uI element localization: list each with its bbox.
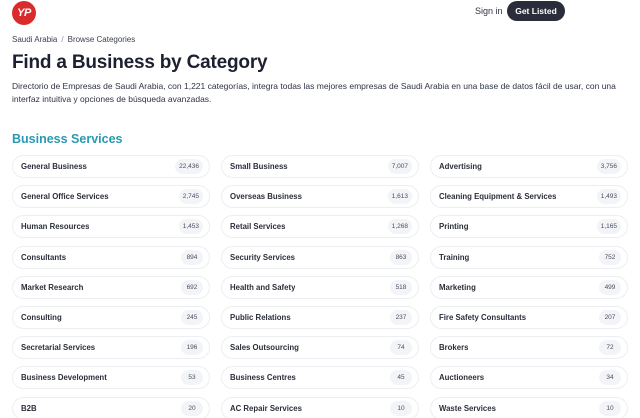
category-name: Advertising	[439, 162, 482, 171]
category-name: Human Resources	[21, 222, 90, 232]
category-item[interactable]: Cleaning Equipment & Services 1,493	[430, 185, 628, 209]
category-item[interactable]: General Office Services 2,745	[12, 185, 210, 209]
category-item[interactable]: Security Services 863	[221, 245, 419, 269]
category-item[interactable]: B2B 20	[12, 396, 210, 418]
category-name: Small Business	[230, 162, 288, 171]
category-name: Retail Services	[230, 222, 286, 232]
category-name: Auctioneers	[439, 373, 485, 383]
category-item[interactable]: Overseas Business 1,613	[221, 185, 419, 209]
category-count-badge: 237	[390, 309, 412, 325]
category-name: Cleaning Equipment & Services	[439, 192, 557, 202]
category-item[interactable]: Consulting 245	[12, 305, 210, 329]
page-title: Find a Business by Category	[12, 52, 268, 73]
category-name: General Business	[21, 162, 87, 171]
category-item[interactable]: Sales Outsourcing 74	[221, 336, 419, 360]
yp-logo[interactable]: YP	[12, 1, 36, 25]
category-name: Sales Outsourcing	[230, 343, 299, 353]
category-name: Brokers	[439, 343, 469, 353]
category-count-badge: 3,756	[596, 159, 621, 174]
category-name: B2B	[21, 403, 37, 413]
category-count-badge: 894	[181, 249, 203, 265]
breadcrumb-item-browse-categories[interactable]: Browse Categories	[68, 35, 136, 44]
category-grid: General Business 22,436 Small Business 7,00…	[12, 155, 628, 418]
category-count-badge: 752	[599, 249, 621, 265]
category-item[interactable]: Printing 1,165	[430, 215, 628, 239]
category-item[interactable]: Health and Safety 518	[221, 275, 419, 299]
category-name: Health and Safety	[230, 282, 296, 292]
category-name: Public Relations	[230, 312, 291, 322]
category-count-badge: 518	[390, 279, 412, 295]
category-item[interactable]: Retail Services 1,268	[221, 215, 419, 239]
category-count-badge: 20	[181, 400, 203, 416]
category-count-badge: 692	[181, 279, 203, 295]
category-item[interactable]: Market Research 692	[12, 275, 210, 299]
category-name: Business Centres	[230, 373, 296, 383]
category-count-badge: 10	[390, 400, 412, 416]
category-name: Secretarial Services	[21, 343, 96, 353]
category-count-badge: 207	[599, 309, 621, 325]
site-header: YP Sign in Get Listed	[0, 0, 640, 26]
category-item[interactable]: Secretarial Services 196	[12, 336, 210, 360]
category-name: Market Research	[21, 282, 84, 292]
category-item[interactable]: Public Relations 237	[221, 305, 419, 329]
category-name: AC Repair Services	[230, 403, 302, 413]
category-name: Security Services	[230, 252, 296, 262]
category-name: Overseas Business	[230, 192, 302, 202]
category-count-badge: 74	[390, 340, 412, 356]
category-count-badge: 1,165	[596, 219, 621, 235]
category-item[interactable]: Small Business 7,007	[221, 155, 419, 178]
sign-in-link[interactable]: Sign in	[475, 6, 503, 16]
category-name: Marketing	[439, 282, 476, 292]
category-item[interactable]: Advertising 3,756	[430, 155, 628, 178]
category-name: Consultants	[21, 252, 67, 262]
category-count-badge: 2,745	[178, 189, 203, 205]
category-name: Waste Services	[439, 403, 496, 413]
category-item[interactable]: AC Repair Services 10	[221, 396, 419, 418]
category-count-badge: 72	[599, 340, 621, 356]
category-name: General Office Services	[21, 192, 109, 202]
category-name: Fire Safety Consultants	[439, 312, 527, 322]
category-item[interactable]: Human Resources 1,453	[12, 215, 210, 239]
category-item[interactable]: Auctioneers 34	[430, 366, 628, 390]
breadcrumb-item-saudi-arabia[interactable]: Saudi Arabia	[12, 35, 57, 44]
breadcrumb-separator: /	[61, 35, 64, 44]
category-count-badge: 863	[390, 249, 412, 265]
category-name: Business Development	[21, 373, 107, 383]
category-item[interactable]: Consultants 894	[12, 245, 210, 269]
category-name: Consulting	[21, 312, 62, 322]
category-count-badge: 34	[599, 370, 621, 386]
breadcrumb: Saudi Arabia / Browse Categories	[12, 35, 135, 44]
category-count-badge: 22,436	[175, 159, 203, 174]
page-description: Directorio de Empresas de Saudi Arabia, …	[12, 81, 616, 104]
category-count-badge: 10	[599, 400, 621, 416]
category-name: Training	[439, 252, 470, 262]
category-item[interactable]: Waste Services 10	[430, 396, 628, 418]
category-count-badge: 45	[390, 370, 412, 386]
category-count-badge: 196	[181, 340, 203, 356]
category-count-badge: 1,453	[178, 219, 203, 235]
category-item[interactable]: Training 752	[430, 245, 628, 269]
get-listed-button[interactable]: Get Listed	[507, 1, 565, 21]
category-count-badge: 245	[181, 309, 203, 325]
category-item[interactable]: Fire Safety Consultants 207	[430, 305, 628, 329]
category-item[interactable]: Marketing 499	[430, 275, 628, 299]
section-title-business-services[interactable]: Business Services	[12, 132, 123, 146]
category-item[interactable]: Business Development 53	[12, 366, 210, 390]
category-count-badge: 1,493	[596, 189, 621, 205]
category-item[interactable]: Brokers 72	[430, 336, 628, 360]
category-count-badge: 1,268	[387, 219, 412, 235]
category-count-badge: 53	[181, 370, 203, 386]
category-item[interactable]: Business Centres 45	[221, 366, 419, 390]
category-name: Printing	[439, 222, 469, 232]
category-count-badge: 1,613	[387, 189, 412, 205]
category-count-badge: 499	[599, 279, 621, 295]
category-count-badge: 7,007	[387, 159, 412, 174]
category-item[interactable]: General Business 22,436	[12, 155, 210, 178]
